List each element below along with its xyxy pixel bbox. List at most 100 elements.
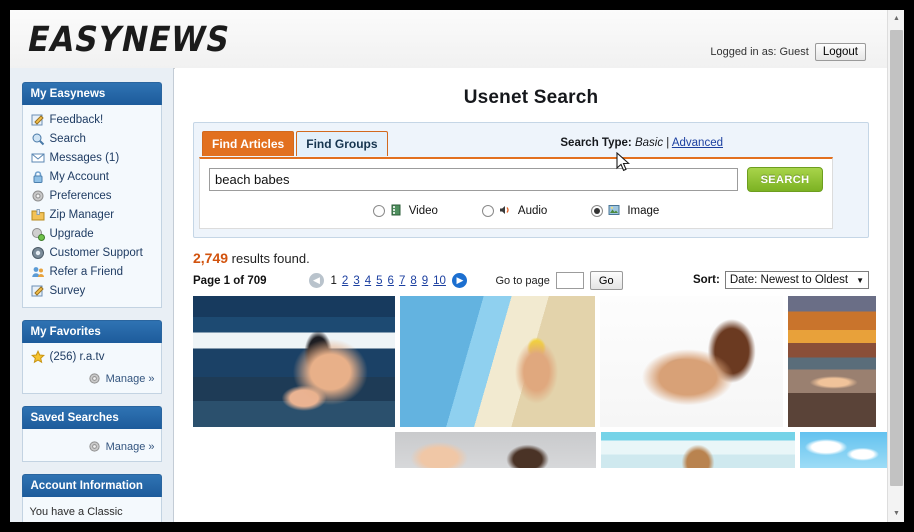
thumb-sunset-beach[interactable]: [788, 296, 876, 427]
page-link-1[interactable]: 1: [331, 275, 337, 287]
pencil-note-icon: [31, 113, 45, 127]
sidebar-item-search[interactable]: Search: [29, 129, 155, 148]
thumb-partial-gray[interactable]: [395, 432, 596, 468]
search-type-label: Search Type:: [560, 137, 632, 149]
thumb-partial-turquoise[interactable]: [600, 432, 795, 468]
media-filter-row: Video Audio Image: [200, 204, 832, 218]
sidebar-label: Zip Manager: [49, 208, 115, 221]
scrollbar-thumb[interactable]: [890, 30, 903, 486]
folder-zip-icon: [31, 208, 45, 222]
page-link-10[interactable]: 10: [433, 275, 446, 287]
results-count-row: 2,749 results found.: [193, 250, 869, 266]
page-link-6[interactable]: 6: [388, 275, 394, 287]
account-type-text: You have a Classic Account.: [29, 506, 123, 522]
page-link-7[interactable]: 7: [399, 275, 405, 287]
panel-title-saved-searches: Saved Searches: [21, 406, 162, 429]
sidebar-label: Preferences: [49, 189, 112, 202]
search-type-row: Search Type: Basic | Advanced: [560, 137, 723, 149]
thumb-brunette-white-bg[interactable]: [600, 296, 783, 427]
sidebar-item-messages[interactable]: Messages (1): [29, 148, 155, 167]
logged-in-label: Logged in as: Guest: [710, 46, 809, 58]
sidebar-item-upgrade[interactable]: Upgrade: [29, 224, 155, 243]
sidebar-item-my-account[interactable]: My Account: [29, 167, 155, 186]
vertical-scrollbar[interactable]: ▲ ▼: [887, 10, 904, 522]
panel-body-saved-searches: Manage »: [21, 429, 162, 462]
radio-option-audio[interactable]: Audio: [481, 204, 547, 218]
envelope-icon: [31, 151, 45, 165]
main-content: Usenet Search Find Articles Find Groups …: [175, 68, 887, 522]
sort-select[interactable]: Date: Newest to Oldest ▼: [724, 271, 869, 289]
panel-my-favorites: My Favorites (256) r.a.tv Manage »: [21, 320, 162, 394]
easynews-logo[interactable]: EASYNEWS: [24, 20, 233, 60]
page-link-8[interactable]: 8: [410, 275, 416, 287]
tab-find-groups[interactable]: Find Groups: [296, 131, 388, 156]
page-link-4[interactable]: 4: [365, 275, 371, 287]
sidebar-label: Customer Support: [49, 246, 143, 259]
manage-favorites-link[interactable]: Manage »: [29, 366, 155, 386]
gear-icon: [88, 372, 102, 386]
thumb-blonde-surf[interactable]: [193, 296, 395, 427]
panel-title-my-favorites: My Favorites: [21, 320, 162, 343]
thumbnail-row-2: [395, 432, 887, 468]
search-type-separator: |: [666, 137, 670, 149]
sidebar-label: Search: [49, 132, 86, 145]
panel-saved-searches: Saved Searches Manage »: [21, 406, 162, 462]
search-button[interactable]: SEARCH: [747, 167, 823, 192]
thumb-yellow-bikini-shore[interactable]: [400, 296, 595, 427]
query-row: SEARCH: [200, 159, 832, 192]
page-link-9[interactable]: 9: [422, 275, 428, 287]
search-input[interactable]: [209, 168, 738, 191]
left-sidebar: My Easynews Feedback! Search Messages (1…: [10, 68, 174, 522]
sidebar-item-refer-a-friend[interactable]: Refer a Friend: [29, 262, 155, 281]
sidebar-label: Survey: [49, 284, 86, 297]
manage-saved-searches-link[interactable]: Manage »: [29, 434, 155, 454]
browser-viewport: EASYNEWS Logged in as: Guest Logout My E…: [10, 10, 904, 522]
chevron-down-icon: ▼: [856, 275, 864, 285]
favorite-item[interactable]: (256) r.a.tv: [29, 348, 155, 366]
thumbnail-row-1: [193, 296, 887, 427]
radio-audio[interactable]: [481, 205, 494, 217]
radio-option-image[interactable]: Image: [591, 204, 659, 218]
sidebar-label: Upgrade: [49, 227, 94, 240]
page-link-3[interactable]: 3: [353, 275, 359, 287]
panel-title-my-easynews: My Easynews: [21, 82, 162, 105]
gear-icon: [88, 440, 102, 454]
panel-body-account-information: You have a Classic Account. Currently, y…: [21, 497, 162, 522]
goto-page-label: Go to page: [495, 274, 550, 287]
manage-label: Manage »: [105, 441, 155, 453]
sort-value: Date: Newest to Oldest: [729, 274, 849, 286]
pencil-note-icon: [31, 284, 45, 298]
arrow-right-icon[interactable]: ▶: [452, 273, 468, 288]
arrow-left-icon[interactable]: ◀: [309, 273, 324, 288]
search-tabs: Find Articles Find Groups: [202, 131, 388, 156]
sidebar-item-zip-manager[interactable]: Zip Manager: [29, 205, 155, 224]
sidebar-item-customer-support[interactable]: Customer Support: [29, 243, 155, 262]
sidebar-item-survey[interactable]: Survey: [29, 281, 155, 300]
panel-body-my-easynews: Feedback! Search Messages (1) My Account…: [21, 105, 162, 308]
panel-title-account-information: Account Information: [21, 474, 162, 497]
sidebar-item-feedback[interactable]: Feedback!: [29, 110, 155, 129]
thumb-partial-sky[interactable]: [799, 432, 887, 468]
gear-upgrade-icon: [31, 227, 45, 241]
scroll-up-icon[interactable]: ▲: [888, 10, 904, 27]
radio-label-video: Video: [408, 205, 438, 217]
radio-image[interactable]: [591, 205, 604, 217]
radio-option-video[interactable]: Video: [372, 204, 438, 218]
page-link-2[interactable]: 2: [342, 275, 348, 287]
results-bar: 2,749 results found. Page 1 of 709 ◀ 1 2…: [193, 250, 869, 290]
site-header: EASYNEWS Logged in as: Guest Logout: [10, 10, 904, 69]
radio-video[interactable]: [372, 205, 385, 217]
go-button[interactable]: Go: [589, 271, 623, 290]
scroll-down-icon[interactable]: ▼: [888, 505, 904, 522]
page-status: Page 1 of 709: [193, 274, 267, 287]
logout-button[interactable]: Logout: [814, 43, 866, 61]
search-type-advanced-link[interactable]: Advanced: [672, 137, 723, 149]
page-link-5[interactable]: 5: [376, 275, 382, 287]
tab-find-articles[interactable]: Find Articles: [202, 131, 295, 156]
goto-page-input[interactable]: [555, 272, 584, 289]
search-panel: Find Articles Find Groups Search Type: B…: [193, 122, 869, 238]
lifebuoy-icon: [31, 246, 45, 260]
search-type-current: Basic: [634, 137, 664, 149]
padlock-icon: [31, 170, 45, 184]
sidebar-item-preferences[interactable]: Preferences: [29, 186, 155, 205]
